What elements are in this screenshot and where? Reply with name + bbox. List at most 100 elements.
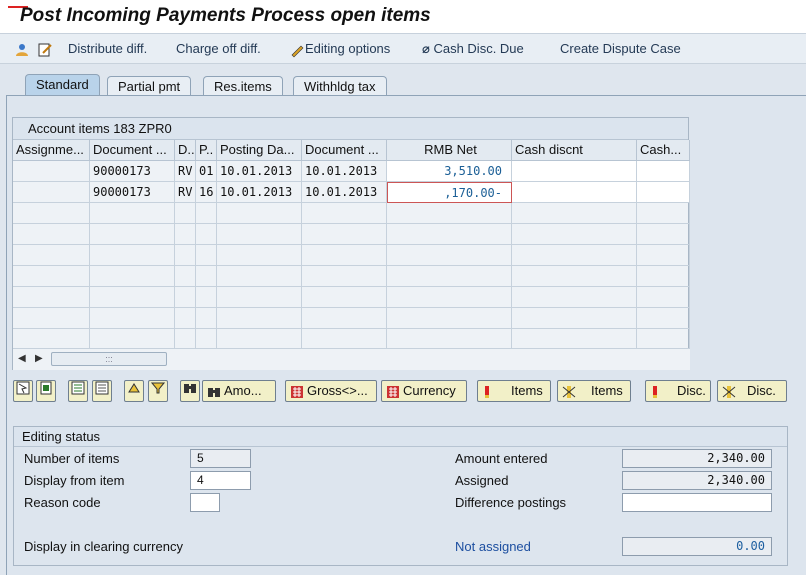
deactivate-disc-label: Disc.	[747, 383, 776, 398]
empty-row	[13, 245, 690, 266]
empty-cell	[302, 224, 387, 245]
amount-entered-field: 2,340.00	[622, 449, 772, 468]
table-row[interactable]: 90000173 RV 01 10.01.2013 10.01.2013 3,5…	[13, 161, 690, 182]
currency-button[interactable]: Currency	[381, 380, 467, 402]
sort-ascending-button[interactable]	[124, 380, 144, 402]
col-cash-discount[interactable]: Cash discnt	[512, 140, 637, 161]
table-row[interactable]: 90000173 RV 16 10.01.2013 10.01.2013 ,17…	[13, 182, 690, 203]
empty-cell	[90, 203, 175, 224]
deactivate-disc-button[interactable]: Disc.	[717, 380, 787, 402]
deselect-all-button[interactable]	[92, 380, 112, 402]
activate-items-button[interactable]: Items	[477, 380, 551, 402]
title-bar: Post Incoming Payments Process open item…	[0, 0, 806, 34]
editing-options-button[interactable]: Editing options	[289, 40, 390, 58]
empty-cell	[217, 245, 302, 266]
reason-code-label: Reason code	[24, 495, 101, 510]
grid-body: 90000173 RV 01 10.01.2013 10.01.2013 3,5…	[13, 161, 690, 350]
col-assignment[interactable]: Assignme...	[13, 140, 90, 161]
empty-cell	[90, 329, 175, 350]
edit-note-icon[interactable]	[37, 40, 53, 58]
cell-cash-discount[interactable]	[512, 161, 637, 182]
empty-cell	[217, 329, 302, 350]
deselect-all-icon	[95, 381, 109, 395]
empty-cell	[387, 308, 512, 329]
empty-cell	[175, 224, 196, 245]
col-document-date[interactable]: Document ...	[302, 140, 387, 161]
col-cash[interactable]: Cash...	[637, 140, 690, 161]
create-dispute-case-button[interactable]: Create Dispute Case	[560, 40, 681, 58]
empty-cell	[196, 266, 217, 287]
empty-cell	[175, 287, 196, 308]
empty-cell	[217, 203, 302, 224]
view-details-button[interactable]	[36, 380, 56, 402]
empty-cell	[302, 266, 387, 287]
activate-disc-button[interactable]: Disc.	[645, 380, 711, 402]
difference-postings-field[interactable]	[622, 493, 772, 512]
tab-withholding-tax[interactable]: Withhldg tax	[293, 76, 387, 96]
assigned-field: 2,340.00	[622, 471, 772, 490]
cell-rmb-net[interactable]: 3,510.00	[387, 161, 512, 182]
empty-cell	[13, 245, 90, 266]
editing-options-label: Editing options	[305, 41, 391, 56]
cell-document: 90000173	[90, 161, 175, 182]
empty-cell	[90, 308, 175, 329]
horizontal-scrollbar[interactable]: ◀ ▶ :::	[13, 348, 690, 370]
not-assigned-field: 0.00	[622, 537, 772, 556]
cell-cash[interactable]	[637, 182, 690, 203]
currency-label: Currency	[403, 383, 456, 398]
empty-cell	[196, 245, 217, 266]
tab-res-items[interactable]: Res.items	[203, 76, 283, 96]
select-details-button[interactable]	[13, 380, 33, 402]
col-doc-type[interactable]: D..	[175, 140, 196, 161]
empty-cell	[13, 329, 90, 350]
select-all-button[interactable]	[68, 380, 88, 402]
cell-posting-key: 16	[196, 182, 217, 203]
document-icon	[40, 381, 52, 395]
find-button[interactable]	[180, 380, 200, 402]
cell-document: 90000173	[90, 182, 175, 203]
tab-strip: Standard Partial pmt Res.items Withhldg …	[0, 70, 806, 96]
person-icon[interactable]	[14, 40, 30, 58]
distribute-diff-button[interactable]: Distribute diff.	[68, 40, 147, 58]
col-rmb-net[interactable]: RMB Net	[387, 140, 512, 161]
deactivate-items-button[interactable]: Items	[557, 380, 631, 402]
empty-cell	[217, 266, 302, 287]
empty-cell	[302, 287, 387, 308]
empty-cell	[387, 329, 512, 350]
col-document[interactable]: Document ...	[90, 140, 175, 161]
sort-icon	[128, 383, 140, 393]
grid-toolbar: Amo... Gross<>... Currency Items Items D…	[12, 380, 802, 404]
cell-rmb-net-focused[interactable]: ,170.00-	[387, 182, 512, 203]
empty-cell	[217, 224, 302, 245]
col-posting-key[interactable]: P..	[196, 140, 217, 161]
find-amount-button[interactable]: Amo...	[202, 380, 276, 402]
cell-cash[interactable]	[637, 161, 690, 182]
pencil-icon	[291, 45, 304, 57]
amount-entered-label: Amount entered	[455, 451, 548, 466]
gross-net-button[interactable]: Gross<>...	[285, 380, 377, 402]
cell-assignment	[13, 161, 90, 182]
cash-disc-due-button[interactable]: ⌀ Cash Disc. Due	[422, 40, 524, 58]
empty-cell	[175, 329, 196, 350]
empty-cell	[512, 329, 637, 350]
binoculars-icon	[184, 384, 196, 393]
empty-row	[13, 224, 690, 245]
pencil-item-icon	[485, 385, 489, 398]
tab-standard[interactable]: Standard	[25, 74, 100, 96]
filter-button[interactable]	[148, 380, 168, 402]
scroll-thumb[interactable]: :::	[51, 352, 167, 366]
scroll-right-icon[interactable]: ▶	[35, 353, 43, 364]
tab-partial-pmt[interactable]: Partial pmt	[107, 76, 192, 96]
reason-code-input[interactable]	[190, 493, 220, 512]
cell-cash-discount[interactable]	[512, 182, 637, 203]
calculator-icon	[291, 385, 303, 398]
empty-cell	[13, 203, 90, 224]
empty-cell	[13, 308, 90, 329]
col-posting-date[interactable]: Posting Da...	[217, 140, 302, 161]
assigned-label: Assigned	[455, 473, 509, 488]
display-from-item-input[interactable]: 4	[190, 471, 251, 490]
activate-items-label: Items	[511, 383, 543, 398]
empty-cell	[387, 266, 512, 287]
charge-off-diff-button[interactable]: Charge off diff.	[176, 40, 261, 58]
scroll-left-icon[interactable]: ◀	[18, 353, 26, 364]
